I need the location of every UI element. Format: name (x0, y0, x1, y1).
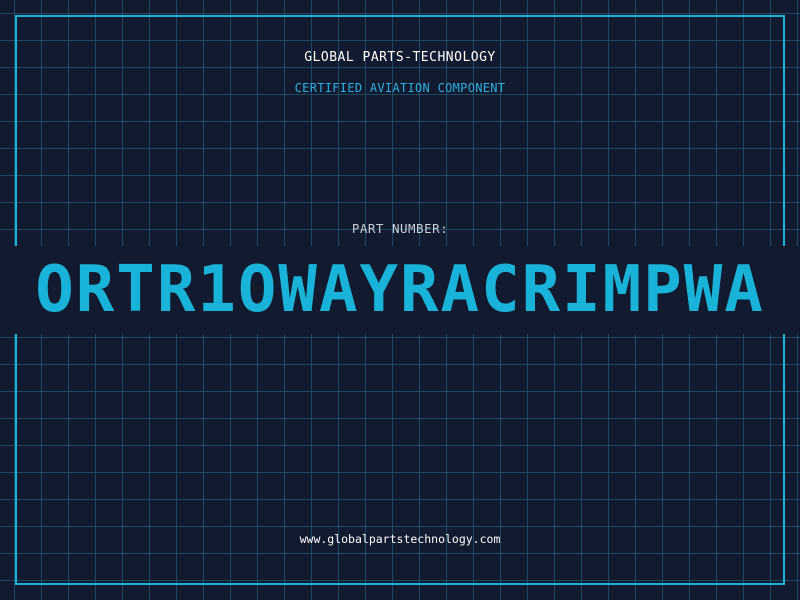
website-url: www.globalpartstechnology.com (299, 532, 501, 546)
certification-subtitle: CERTIFIED AVIATION COMPONENT (294, 81, 506, 95)
company-name: GLOBAL PARTS-TECHNOLOGY (304, 50, 496, 65)
part-number-band: ORTR1OWAYRACRIMPWA (0, 246, 800, 334)
part-number-value: ORTR1OWAYRACRIMPWA (35, 253, 765, 327)
part-number-label: PART NUMBER: (351, 221, 449, 236)
